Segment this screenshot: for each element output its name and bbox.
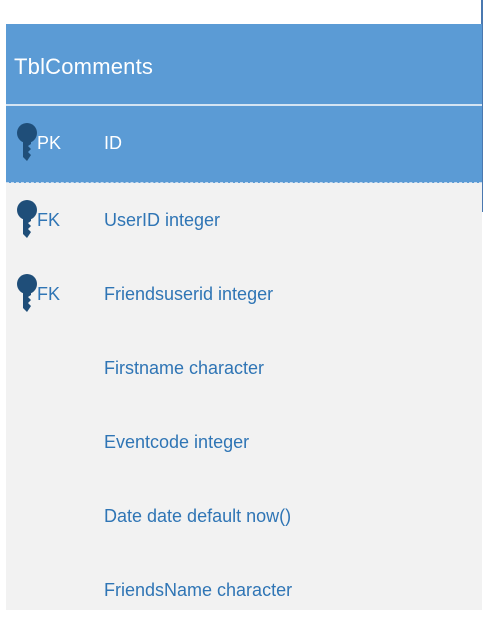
table-row: FriendsName character <box>6 552 482 623</box>
key-label: FK <box>37 210 61 230</box>
table-row: Date date default now() <box>6 478 482 552</box>
table-row: FK Friendsuserid integer <box>6 256 482 330</box>
entity-table: TblComments PK ID FK UserID integer FK F… <box>6 24 482 610</box>
key-label: PK <box>37 133 62 153</box>
table-title: TblComments <box>14 54 154 79</box>
primary-key-row: PK ID <box>6 106 482 183</box>
table-row: Eventcode integer <box>6 404 482 478</box>
field-name: Eventcode integer <box>104 432 250 452</box>
table-header: TblComments <box>6 24 482 104</box>
field-name: Firstname character <box>104 358 265 378</box>
diagram-canvas: TblComments PK ID FK UserID integer FK F… <box>0 0 485 623</box>
table-row: Firstname character <box>6 330 482 404</box>
table-row: FK UserID integer <box>6 182 482 256</box>
key-label: FK <box>37 284 61 304</box>
field-name: UserID integer <box>104 210 221 230</box>
field-name: ID <box>104 133 122 153</box>
field-name: Date date default now() <box>104 506 292 526</box>
field-name: Friendsuserid integer <box>104 284 274 304</box>
field-name: FriendsName character <box>104 580 293 600</box>
